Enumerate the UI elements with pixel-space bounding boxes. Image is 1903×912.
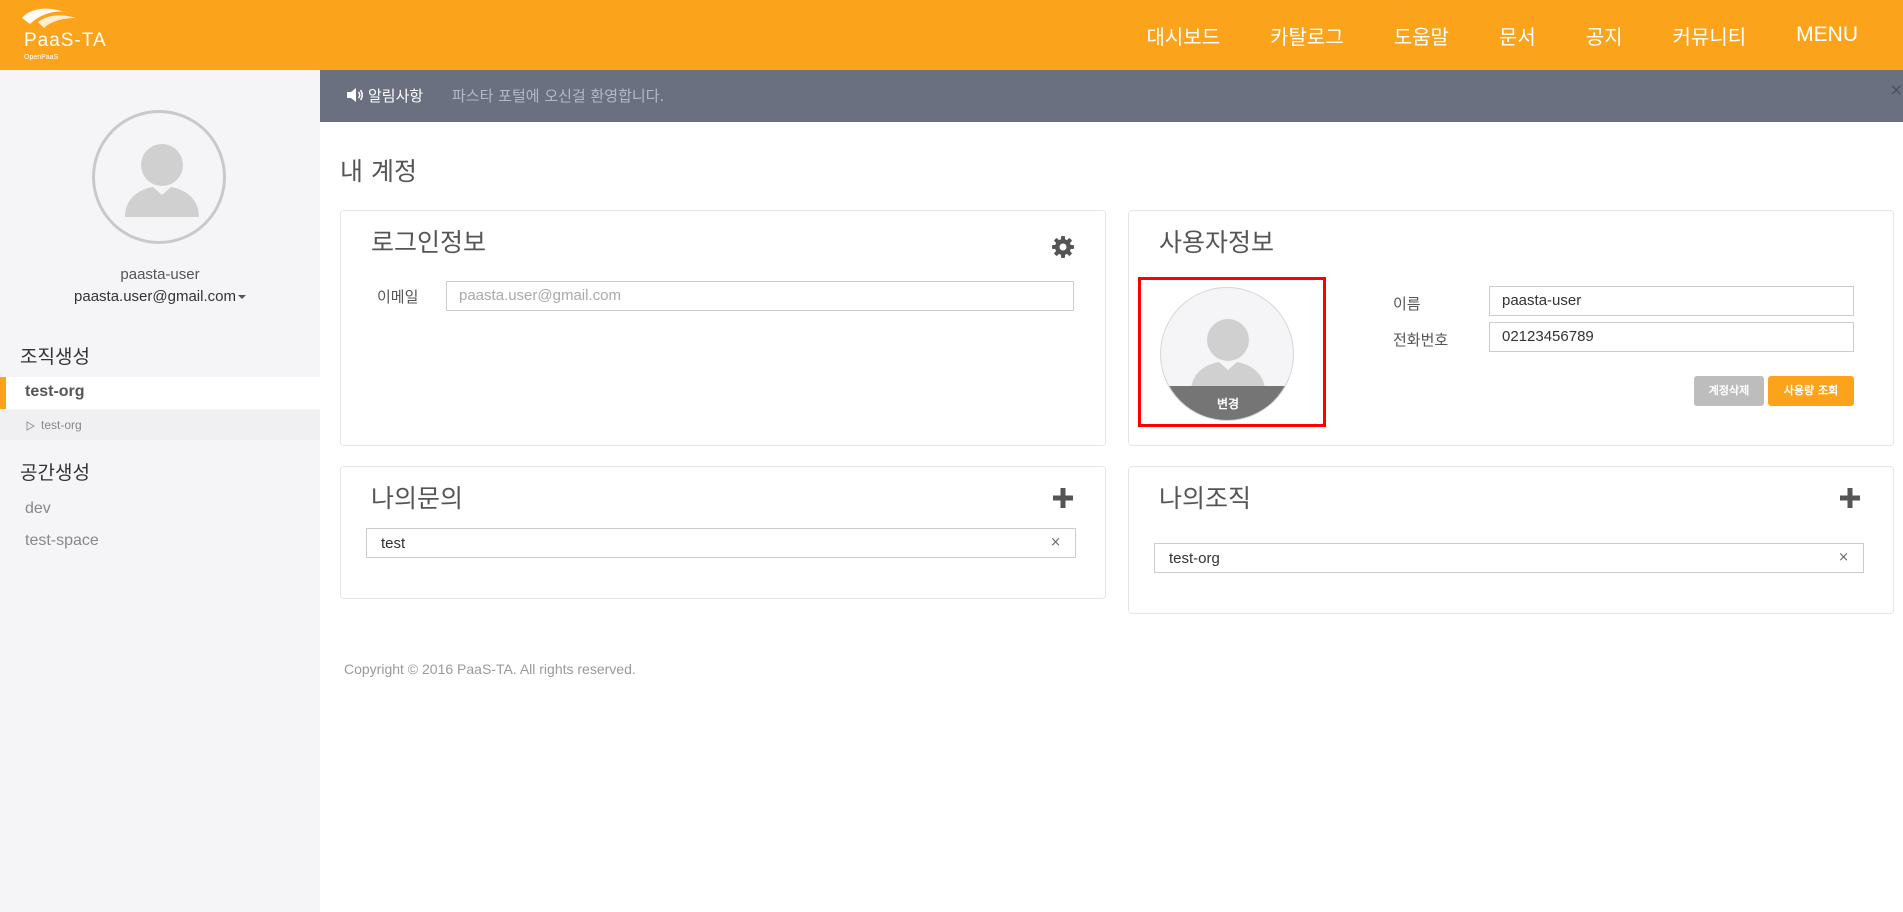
list-item[interactable]: test ×: [366, 528, 1076, 558]
notice-label: 알림사항: [368, 87, 424, 105]
notice-text: 파스타 포털에 오신걸 환영합니다.: [452, 87, 665, 105]
top-navigation: 대시보드 카탈로그 도움말 문서 공지 커뮤니티 MENU: [1147, 0, 1903, 70]
copyright-text: Copyright © 2016 PaaS-TA. All rights res…: [344, 661, 636, 677]
user-info-title: 사용자정보: [1159, 228, 1275, 257]
nav-dashboard[interactable]: 대시보드: [1147, 21, 1221, 50]
notice-bar: 알림사항 파스타 포털에 오신걸 환영합니다. ×: [320, 70, 1903, 122]
notice-close-icon[interactable]: ×: [1890, 80, 1903, 99]
nav-catalog[interactable]: 카탈로그: [1270, 21, 1344, 50]
gear-icon[interactable]: [1051, 235, 1075, 259]
space-create-heading[interactable]: 공간생성: [20, 458, 90, 485]
user-email-dropdown[interactable]: paasta.user@gmail.com: [0, 288, 320, 305]
login-info-panel: 로그인정보 이메일 paasta.user@gmail.com: [340, 210, 1106, 446]
email-label: 이메일: [377, 288, 419, 306]
sidebar-item-space-test[interactable]: test-space: [25, 532, 99, 550]
phone-label: 전화번호: [1393, 331, 1449, 349]
inquiry-item-label: test: [381, 535, 406, 552]
user-silhouette-icon: [125, 144, 199, 217]
sidebar: paasta-user paasta.user@gmail.com 조직생성 t…: [0, 70, 320, 912]
my-inquiries-title: 나의문의: [371, 484, 464, 513]
name-field[interactable]: paasta-user: [1489, 286, 1854, 316]
my-inquiries-panel: 나의문의 test ×: [340, 466, 1106, 599]
profile-photo-highlight: 변경: [1138, 277, 1326, 427]
nav-docs[interactable]: 문서: [1499, 21, 1536, 50]
speaker-icon: [347, 88, 363, 102]
plus-icon[interactable]: [1053, 488, 1073, 508]
usage-query-button[interactable]: 사용량 조회: [1768, 376, 1854, 406]
avatar: [92, 110, 226, 244]
sidebar-org-label: test-org: [25, 383, 85, 400]
logo-text: PaaS-TA: [24, 30, 107, 51]
phone-field[interactable]: 02123456789: [1489, 322, 1854, 352]
triangle-right-icon: [26, 421, 35, 431]
sidebar-org-sub-label: test-org: [41, 418, 82, 432]
sidebar-item-org-sub[interactable]: test-org: [0, 410, 320, 440]
user-email: paasta.user@gmail.com: [74, 288, 236, 305]
delete-account-button[interactable]: 계정삭제: [1694, 376, 1764, 406]
paasta-logo[interactable]: PaaS-TA OpenPaaS: [18, 6, 128, 66]
top-header: PaaS-TA OpenPaaS 대시보드 카탈로그 도움말 문서 공지 커뮤니…: [0, 0, 1903, 70]
plus-icon[interactable]: [1840, 488, 1860, 508]
close-icon[interactable]: ×: [1838, 550, 1849, 565]
name-label: 이름: [1393, 295, 1421, 313]
org-create-heading[interactable]: 조직생성: [20, 342, 90, 369]
menu-button[interactable]: MENU: [1796, 23, 1858, 47]
sidebar-item-org-selected[interactable]: test-org: [0, 377, 320, 409]
nav-community[interactable]: 커뮤니티: [1673, 21, 1747, 50]
profile-photo: 변경: [1160, 287, 1294, 421]
list-item[interactable]: test-org ×: [1154, 543, 1864, 573]
close-icon[interactable]: ×: [1050, 535, 1061, 550]
org-item-label: test-org: [1169, 550, 1220, 567]
logo-swoosh-icon: [22, 8, 76, 28]
my-orgs-title: 나의조직: [1159, 484, 1252, 513]
my-orgs-panel: 나의조직 test-org ×: [1128, 466, 1894, 614]
user-name: paasta-user: [120, 266, 200, 283]
nav-help[interactable]: 도움말: [1394, 21, 1449, 50]
photo-change-button[interactable]: 변경: [1161, 395, 1293, 412]
nav-notice[interactable]: 공지: [1586, 21, 1623, 50]
caret-down-icon: [237, 295, 246, 300]
logo-subtext: OpenPaaS: [24, 54, 59, 61]
page-title: 내 계정: [340, 157, 417, 186]
login-info-title: 로그인정보: [371, 228, 487, 257]
email-field[interactable]: paasta.user@gmail.com: [446, 281, 1074, 311]
sidebar-item-space-dev[interactable]: dev: [25, 500, 51, 518]
